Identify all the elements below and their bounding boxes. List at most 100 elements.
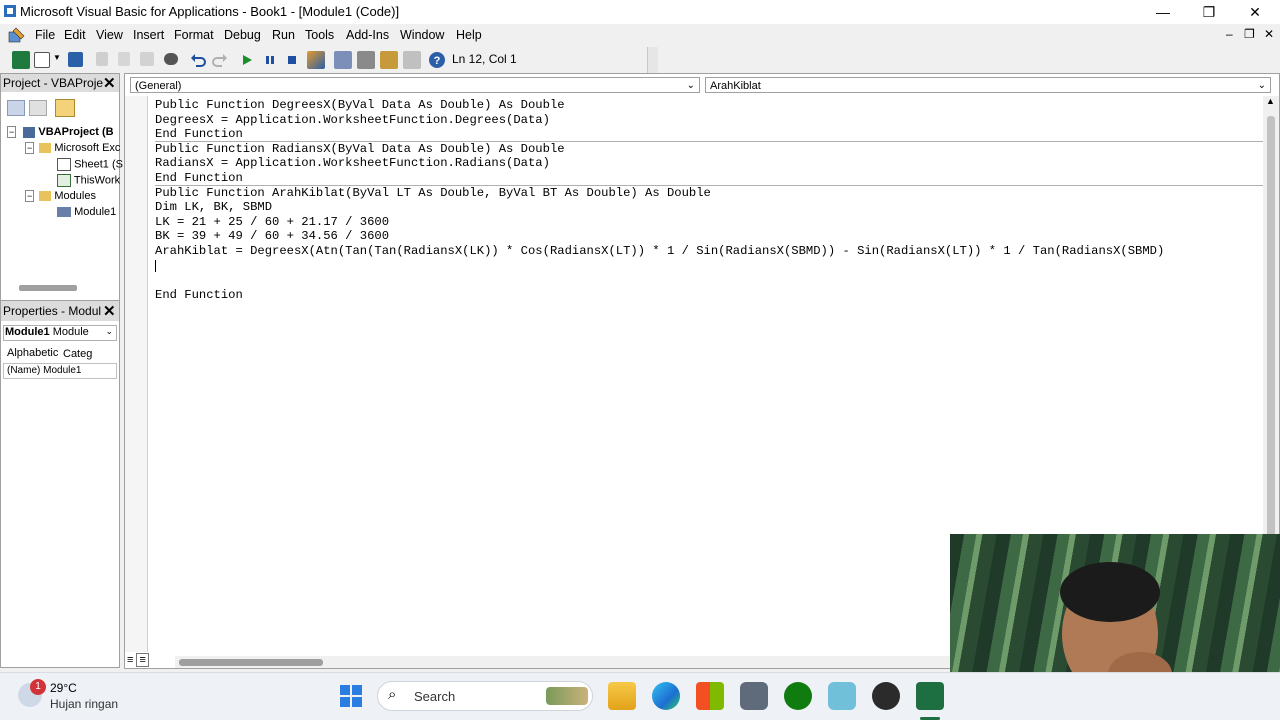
- hscroll-thumb[interactable]: [179, 659, 323, 666]
- menu-view[interactable]: View: [96, 28, 123, 42]
- menu-debug[interactable]: Debug: [224, 28, 261, 42]
- tree-item-sheet1[interactable]: Sheet1 (S: [57, 158, 123, 171]
- menu-edit[interactable]: Edit: [64, 28, 86, 42]
- code-line[interactable]: Public Function RadiansX(ByVal Data As D…: [155, 142, 565, 157]
- code-line[interactable]: ArahKiblat = DegreesX(Atn(Tan(Tan(Radian…: [155, 244, 1164, 259]
- xbox-icon[interactable]: [784, 682, 812, 710]
- code-margin[interactable]: [125, 96, 148, 652]
- file-explorer-icon[interactable]: [608, 682, 636, 710]
- reset-icon[interactable]: [285, 53, 299, 67]
- vscroll-thumb[interactable]: [1267, 116, 1275, 536]
- paste-icon[interactable]: [140, 52, 154, 66]
- property-row-name[interactable]: (Name) Module1: [3, 363, 117, 379]
- copy-icon[interactable]: [118, 52, 130, 66]
- weather-temperature[interactable]: 29°C: [50, 681, 77, 695]
- chevron-down-icon[interactable]: ▼: [53, 53, 61, 62]
- mdi-restore-button[interactable]: ❐: [1244, 27, 1255, 41]
- save-icon[interactable]: [68, 52, 83, 67]
- tree-item-modules[interactable]: − Modules: [25, 190, 96, 202]
- search-icon: ⌕: [388, 686, 397, 703]
- code-line[interactable]: End Function: [155, 171, 243, 186]
- obs-icon[interactable]: [872, 682, 900, 710]
- vba-app-icon: [4, 5, 16, 17]
- menu-help[interactable]: Help: [456, 28, 482, 42]
- help-icon[interactable]: ?: [428, 51, 446, 69]
- menu-window[interactable]: Window: [400, 28, 444, 42]
- code-line[interactable]: End Function: [155, 288, 243, 303]
- edge-icon[interactable]: [652, 682, 680, 710]
- menu-tools[interactable]: Tools: [305, 28, 334, 42]
- view-object-icon[interactable]: [29, 100, 47, 116]
- start-icon[interactable]: [339, 684, 363, 708]
- svg-text:?: ?: [434, 55, 441, 67]
- procedure-combo[interactable]: ArahKiblat ⌄: [705, 77, 1271, 93]
- code-line[interactable]: BK = 39 + 49 / 60 + 34.56 / 3600: [155, 229, 389, 244]
- cut-icon[interactable]: [96, 52, 108, 66]
- code-line[interactable]: Public Function DegreesX(ByVal Data As D…: [155, 98, 565, 113]
- insert-module-icon[interactable]: [34, 52, 50, 68]
- design-mode-icon[interactable]: [307, 51, 325, 69]
- toolbar-grip[interactable]: [647, 47, 658, 73]
- menu-insert[interactable]: Insert: [133, 28, 164, 42]
- find-icon[interactable]: [164, 53, 178, 65]
- chevron-down-icon[interactable]: ⌄: [105, 326, 113, 337]
- full-module-view-icon[interactable]: ≡: [136, 653, 149, 667]
- properties-icon[interactable]: [357, 51, 375, 69]
- code-line[interactable]: DegreesX = Application.WorksheetFunction…: [155, 113, 550, 128]
- object-selector[interactable]: Module1 Module ⌄: [3, 325, 117, 341]
- break-icon[interactable]: [263, 53, 277, 67]
- restore-button[interactable]: ❐: [1186, 0, 1232, 24]
- cursor-position-status: Ln 12, Col 1: [452, 52, 517, 66]
- code-line[interactable]: LK = 21 + 25 / 60 + 21.17 / 3600: [155, 215, 389, 230]
- store-icon[interactable]: [696, 682, 724, 710]
- project-pane-close-icon[interactable]: ✕: [103, 74, 116, 92]
- code-line[interactable]: Public Function ArahKiblat(ByVal LT As D…: [155, 186, 711, 201]
- camera-icon[interactable]: [740, 682, 768, 710]
- view-code-icon[interactable]: [7, 100, 25, 116]
- menu-file[interactable]: File: [35, 28, 55, 42]
- view-toggle[interactable]: ≡ ≡: [127, 653, 167, 668]
- excel-taskbar-icon[interactable]: [916, 682, 944, 710]
- scroll-up-icon[interactable]: ▲: [1266, 96, 1275, 106]
- project-hscroll-thumb[interactable]: [19, 285, 77, 291]
- menu-bar: File Edit View Insert Format Debug Run T…: [0, 24, 1280, 47]
- properties-pane-close-icon[interactable]: ✕: [103, 302, 116, 320]
- tab-categorized[interactable]: Categ: [63, 348, 92, 360]
- weather-description[interactable]: Hujan ringan: [50, 697, 118, 711]
- menu-run[interactable]: Run: [272, 28, 295, 42]
- code-line[interactable]: RadiansX = Application.WorksheetFunction…: [155, 156, 550, 171]
- procedure-view-icon[interactable]: ≡: [127, 654, 133, 666]
- mdi-minimize-button[interactable]: –: [1226, 27, 1233, 41]
- project-explorer-icon[interactable]: [334, 51, 352, 69]
- undo-icon[interactable]: [190, 52, 206, 68]
- collapse-icon[interactable]: −: [25, 142, 35, 154]
- menu-format[interactable]: Format: [174, 28, 214, 42]
- properties-pane-titlebar: Properties - Modul ✕: [1, 301, 119, 321]
- close-button[interactable]: ✕: [1232, 0, 1278, 24]
- redo-icon[interactable]: [212, 52, 228, 68]
- properties-pane-title: Properties - Modul: [3, 304, 102, 318]
- menu-add-ins[interactable]: Add-Ins: [346, 28, 389, 42]
- mdi-close-button[interactable]: ✕: [1264, 27, 1274, 41]
- tree-item-microsoft-excel-objects[interactable]: − Microsoft Exc: [25, 142, 120, 154]
- collapse-icon[interactable]: −: [25, 190, 35, 202]
- code-line[interactable]: End Function: [155, 127, 243, 142]
- minimize-button[interactable]: —: [1140, 0, 1186, 24]
- run-icon[interactable]: [240, 53, 254, 67]
- tree-item-thisworkbook[interactable]: ThisWork: [57, 174, 120, 187]
- object-browser-icon[interactable]: [380, 51, 398, 69]
- tab-alphabetic[interactable]: Alphabetic: [7, 347, 58, 359]
- collapse-icon[interactable]: −: [7, 126, 17, 138]
- object-combo[interactable]: (General) ⌄: [130, 77, 700, 93]
- chevron-down-icon[interactable]: ⌄: [1258, 78, 1266, 94]
- toggle-folders-icon[interactable]: [55, 99, 75, 117]
- chevron-down-icon[interactable]: ⌄: [687, 78, 695, 94]
- folder-icon: [39, 191, 52, 202]
- taskbar-search[interactable]: ⌕ Search: [377, 681, 593, 711]
- code-line[interactable]: Dim LK, BK, SBMD: [155, 200, 272, 215]
- toolbox-icon[interactable]: [403, 51, 421, 69]
- meet-icon[interactable]: [828, 682, 856, 710]
- tree-item-vbaproject[interactable]: − VBAProject (B: [7, 126, 114, 138]
- excel-icon[interactable]: [12, 51, 30, 69]
- tree-item-module1[interactable]: Module1: [57, 206, 116, 218]
